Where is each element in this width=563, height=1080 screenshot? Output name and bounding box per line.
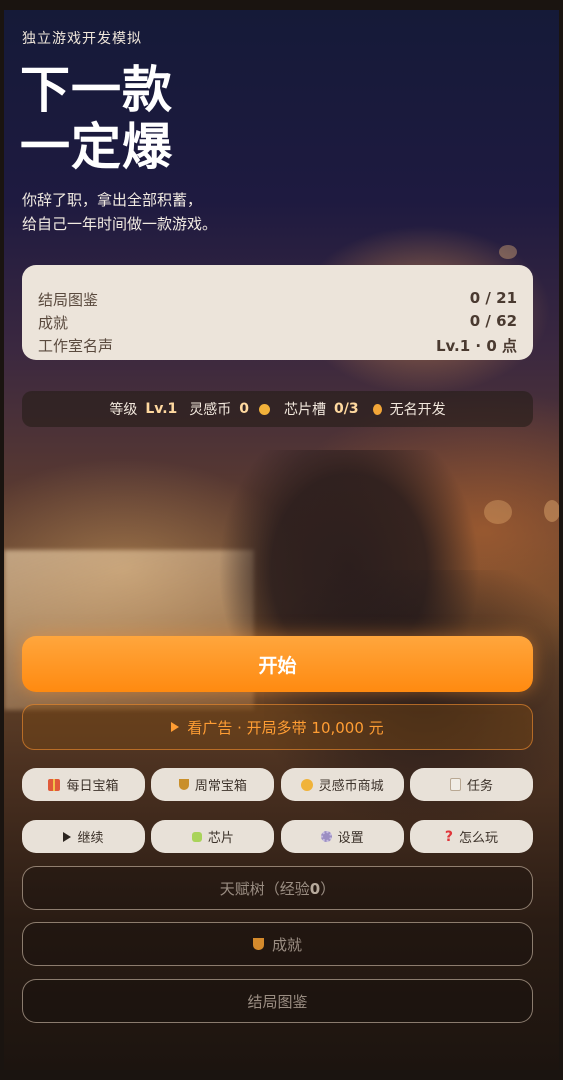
- question-icon: ?: [444, 828, 454, 845]
- clipboard-icon: [449, 778, 461, 791]
- tagline: 独立游戏开发模拟: [22, 31, 142, 47]
- tasks-button[interactable]: 任务: [409, 768, 533, 801]
- achievements-button[interactable]: 成就: [22, 922, 533, 966]
- medal-icon: [372, 403, 382, 415]
- intro-line-1: 你辞了职，拿出全部积蓄，: [22, 191, 203, 209]
- endings-gallery-button[interactable]: 结局图鉴: [22, 979, 533, 1023]
- stat-value: 0 / 62: [469, 312, 517, 330]
- coin-label: 灵感币: [189, 402, 232, 418]
- pill-label: 芯片: [207, 831, 234, 846]
- intro-text: 你辞了职，拿出全部积蓄， 给自己一年时间做一款游戏。: [22, 188, 217, 236]
- pill-label: 继续: [77, 831, 104, 846]
- light-spark: [499, 245, 517, 259]
- quick-actions-row-1: 每日宝箱 周常宝箱 灵感币商城 任务: [22, 768, 533, 801]
- level-value: Lv.1: [145, 401, 178, 417]
- light-spark: [544, 500, 559, 522]
- talent-tree-xp: 0: [309, 879, 321, 898]
- quick-actions-row-2: 继续 芯片 设置 ? 怎么玩: [22, 820, 533, 853]
- settings-button[interactable]: 设置: [280, 820, 404, 853]
- weekly-chest-button[interactable]: 周常宝箱: [151, 768, 275, 801]
- continue-button[interactable]: 继续: [22, 820, 145, 853]
- pill-label: 灵感币商城: [318, 779, 384, 794]
- how-to-play-button[interactable]: ? 怎么玩: [409, 820, 533, 853]
- daily-chest-button[interactable]: 每日宝箱: [22, 768, 145, 801]
- watch-ad-button[interactable]: 看广告 · 开局多带 10,000 元: [22, 704, 533, 750]
- talent-tree-button[interactable]: 天赋树（经验0）: [22, 866, 533, 910]
- intro-line-2: 给自己一年时间做一款游戏。: [22, 215, 218, 233]
- title-line-1: 下一款: [20, 61, 173, 119]
- trophy-icon: [252, 938, 264, 950]
- start-button[interactable]: 开始: [22, 636, 533, 692]
- stat-row-achievements: 成就 0 / 62: [38, 312, 517, 334]
- play-icon: [171, 722, 180, 732]
- pill-label: 每日宝箱: [66, 779, 119, 794]
- stat-label: 成就: [38, 314, 69, 332]
- stat-value: 0 / 21: [469, 289, 517, 307]
- chip-icon: [191, 831, 202, 842]
- stat-row-reputation: 工作室名声 Lv.1 · 0 点: [38, 335, 517, 357]
- pill-label: 任务: [466, 779, 493, 794]
- gear-icon: [320, 831, 332, 842]
- stats-card: 结局图鉴 0 / 21 成就 0 / 62 工作室名声 Lv.1 · 0 点: [22, 265, 533, 360]
- talent-tree-label: 天赋树（经验0）: [220, 878, 335, 899]
- title-line-2: 一定爆: [20, 118, 173, 176]
- player-status-bar: 等级 Lv.1 灵感币 0 芯片槽 0/3 无名开发: [22, 391, 533, 427]
- stat-value: Lv.1 · 0 点: [435, 337, 517, 355]
- level-label: 等级: [109, 402, 138, 418]
- coin-shop-button[interactable]: 灵感币商城: [280, 768, 404, 801]
- play-icon: [63, 831, 72, 842]
- light-spark: [484, 500, 512, 524]
- chip-slot-label: 芯片槽: [284, 402, 327, 418]
- chips-button[interactable]: 芯片: [151, 820, 275, 853]
- game-title: 下一款 一定爆: [20, 62, 173, 176]
- chip-slot-value: 0/3: [334, 401, 359, 417]
- trophy-icon: [178, 779, 189, 790]
- watch-ad-label: 看广告 · 开局多带 10,000 元: [187, 718, 384, 737]
- rank-title: 无名开发: [389, 402, 446, 418]
- achievements-label: 成就: [271, 935, 302, 954]
- coin-icon: [259, 403, 271, 415]
- gift-icon: [48, 778, 61, 791]
- endings-gallery-label: 结局图鉴: [247, 992, 308, 1011]
- stat-row-endings: 结局图鉴 0 / 21: [38, 289, 517, 311]
- coin-icon: [300, 778, 313, 791]
- pill-label: 设置: [337, 831, 364, 846]
- stat-label: 结局图鉴: [38, 291, 99, 309]
- pill-label: 怎么玩: [459, 831, 499, 846]
- talent-tree-text: 天赋树（经验: [219, 879, 310, 898]
- talent-tree-close: ）: [320, 879, 336, 898]
- pill-label: 周常宝箱: [194, 779, 247, 794]
- stat-label: 工作室名声: [38, 337, 114, 355]
- coin-value: 0: [239, 401, 250, 417]
